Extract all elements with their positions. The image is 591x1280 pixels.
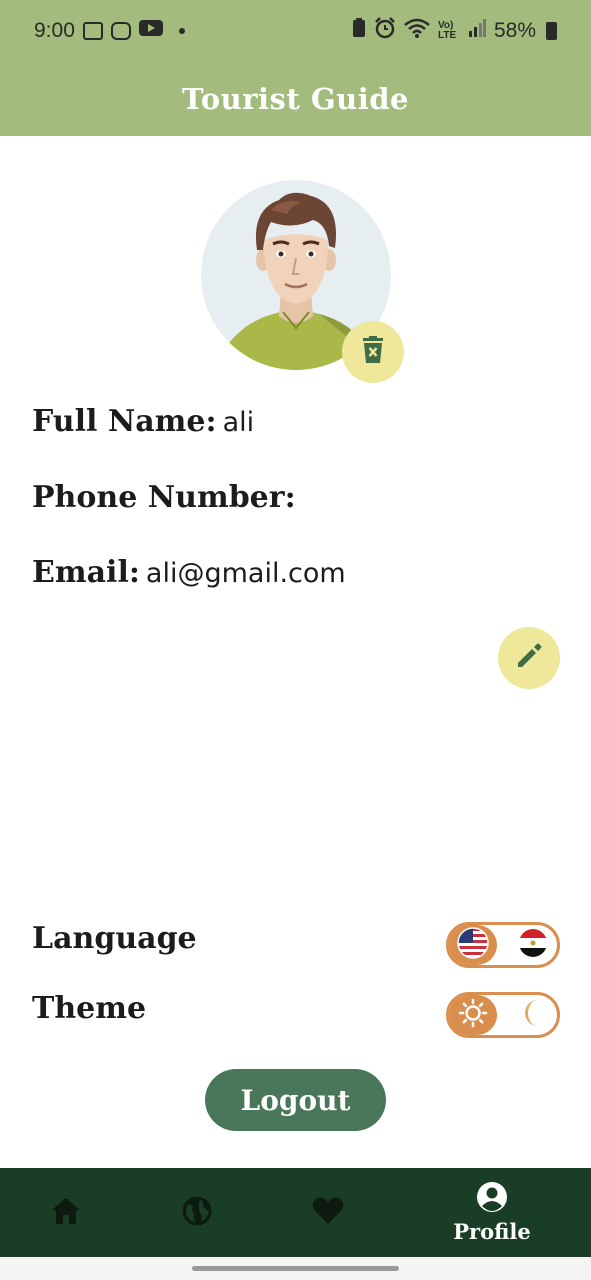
edit-profile-button[interactable] — [498, 627, 560, 689]
language-toggle[interactable] — [446, 922, 560, 968]
theme-label: Theme — [32, 991, 147, 1026]
full-name-label: Full Name: — [32, 404, 217, 439]
email-value: ali@gmail.com — [145, 558, 346, 589]
full-name-value: ali — [222, 407, 255, 438]
egypt-flag-icon — [518, 928, 548, 962]
account-circle-icon — [476, 1181, 508, 1217]
moon-icon — [520, 998, 546, 1032]
theme-toggle[interactable] — [446, 992, 560, 1038]
trash-x-icon — [361, 336, 385, 368]
status-time: 9:00 — [34, 19, 75, 42]
battery-percent: 58% — [493, 19, 536, 42]
volte-indicator: Vo) LTE — [437, 20, 457, 41]
us-flag-icon — [457, 927, 489, 963]
youtube-notification-icon — [138, 19, 163, 43]
email-row: Email: ali@gmail.com — [32, 555, 346, 590]
gesture-handle[interactable] — [192, 1266, 399, 1271]
nav-home[interactable] — [26, 1168, 106, 1257]
signal-icon — [468, 19, 486, 43]
bottom-navigation: Profile — [0, 1168, 591, 1257]
page-title: Tourist Guide — [182, 82, 409, 116]
toggle-knob — [449, 995, 497, 1035]
sun-icon — [458, 998, 488, 1032]
phone-label: Phone Number: — [32, 480, 296, 515]
delete-photo-button[interactable] — [342, 321, 404, 383]
alarm-icon — [374, 17, 396, 45]
full-name-row: Full Name: ali — [32, 404, 254, 439]
logout-button[interactable]: Logout — [205, 1069, 386, 1131]
battery-icon — [546, 22, 557, 40]
email-label: Email: — [32, 555, 140, 590]
instagram-notification-icon — [110, 22, 131, 40]
heart-icon — [312, 1197, 344, 1229]
wifi-icon — [404, 18, 430, 44]
gallery-notification-icon — [82, 22, 103, 40]
profile-avatar-area — [201, 180, 404, 383]
toggle-option-dark — [517, 999, 549, 1031]
pencil-icon — [515, 642, 543, 674]
phone-row: Phone Number: — [32, 480, 302, 515]
nav-favorites[interactable] — [288, 1168, 368, 1257]
status-left: 9:00 — [34, 19, 185, 43]
more-notifications-dot-icon — [178, 28, 185, 34]
globe-icon — [181, 1195, 213, 1231]
nav-profile-label: Profile — [453, 1219, 531, 1244]
battery-saver-icon — [352, 18, 366, 44]
home-icon — [51, 1197, 81, 1229]
app-bar: Tourist Guide — [0, 62, 591, 136]
status-right: Vo) LTE 58% — [352, 17, 557, 45]
language-label: Language — [32, 921, 197, 956]
nav-explore[interactable] — [157, 1168, 237, 1257]
toggle-knob — [449, 925, 497, 965]
nav-profile[interactable]: Profile — [446, 1168, 538, 1257]
gesture-area — [0, 1257, 591, 1280]
status-bar: 9:00 Vo) LTE 58% — [0, 0, 591, 62]
toggle-option-arabic — [517, 929, 549, 961]
